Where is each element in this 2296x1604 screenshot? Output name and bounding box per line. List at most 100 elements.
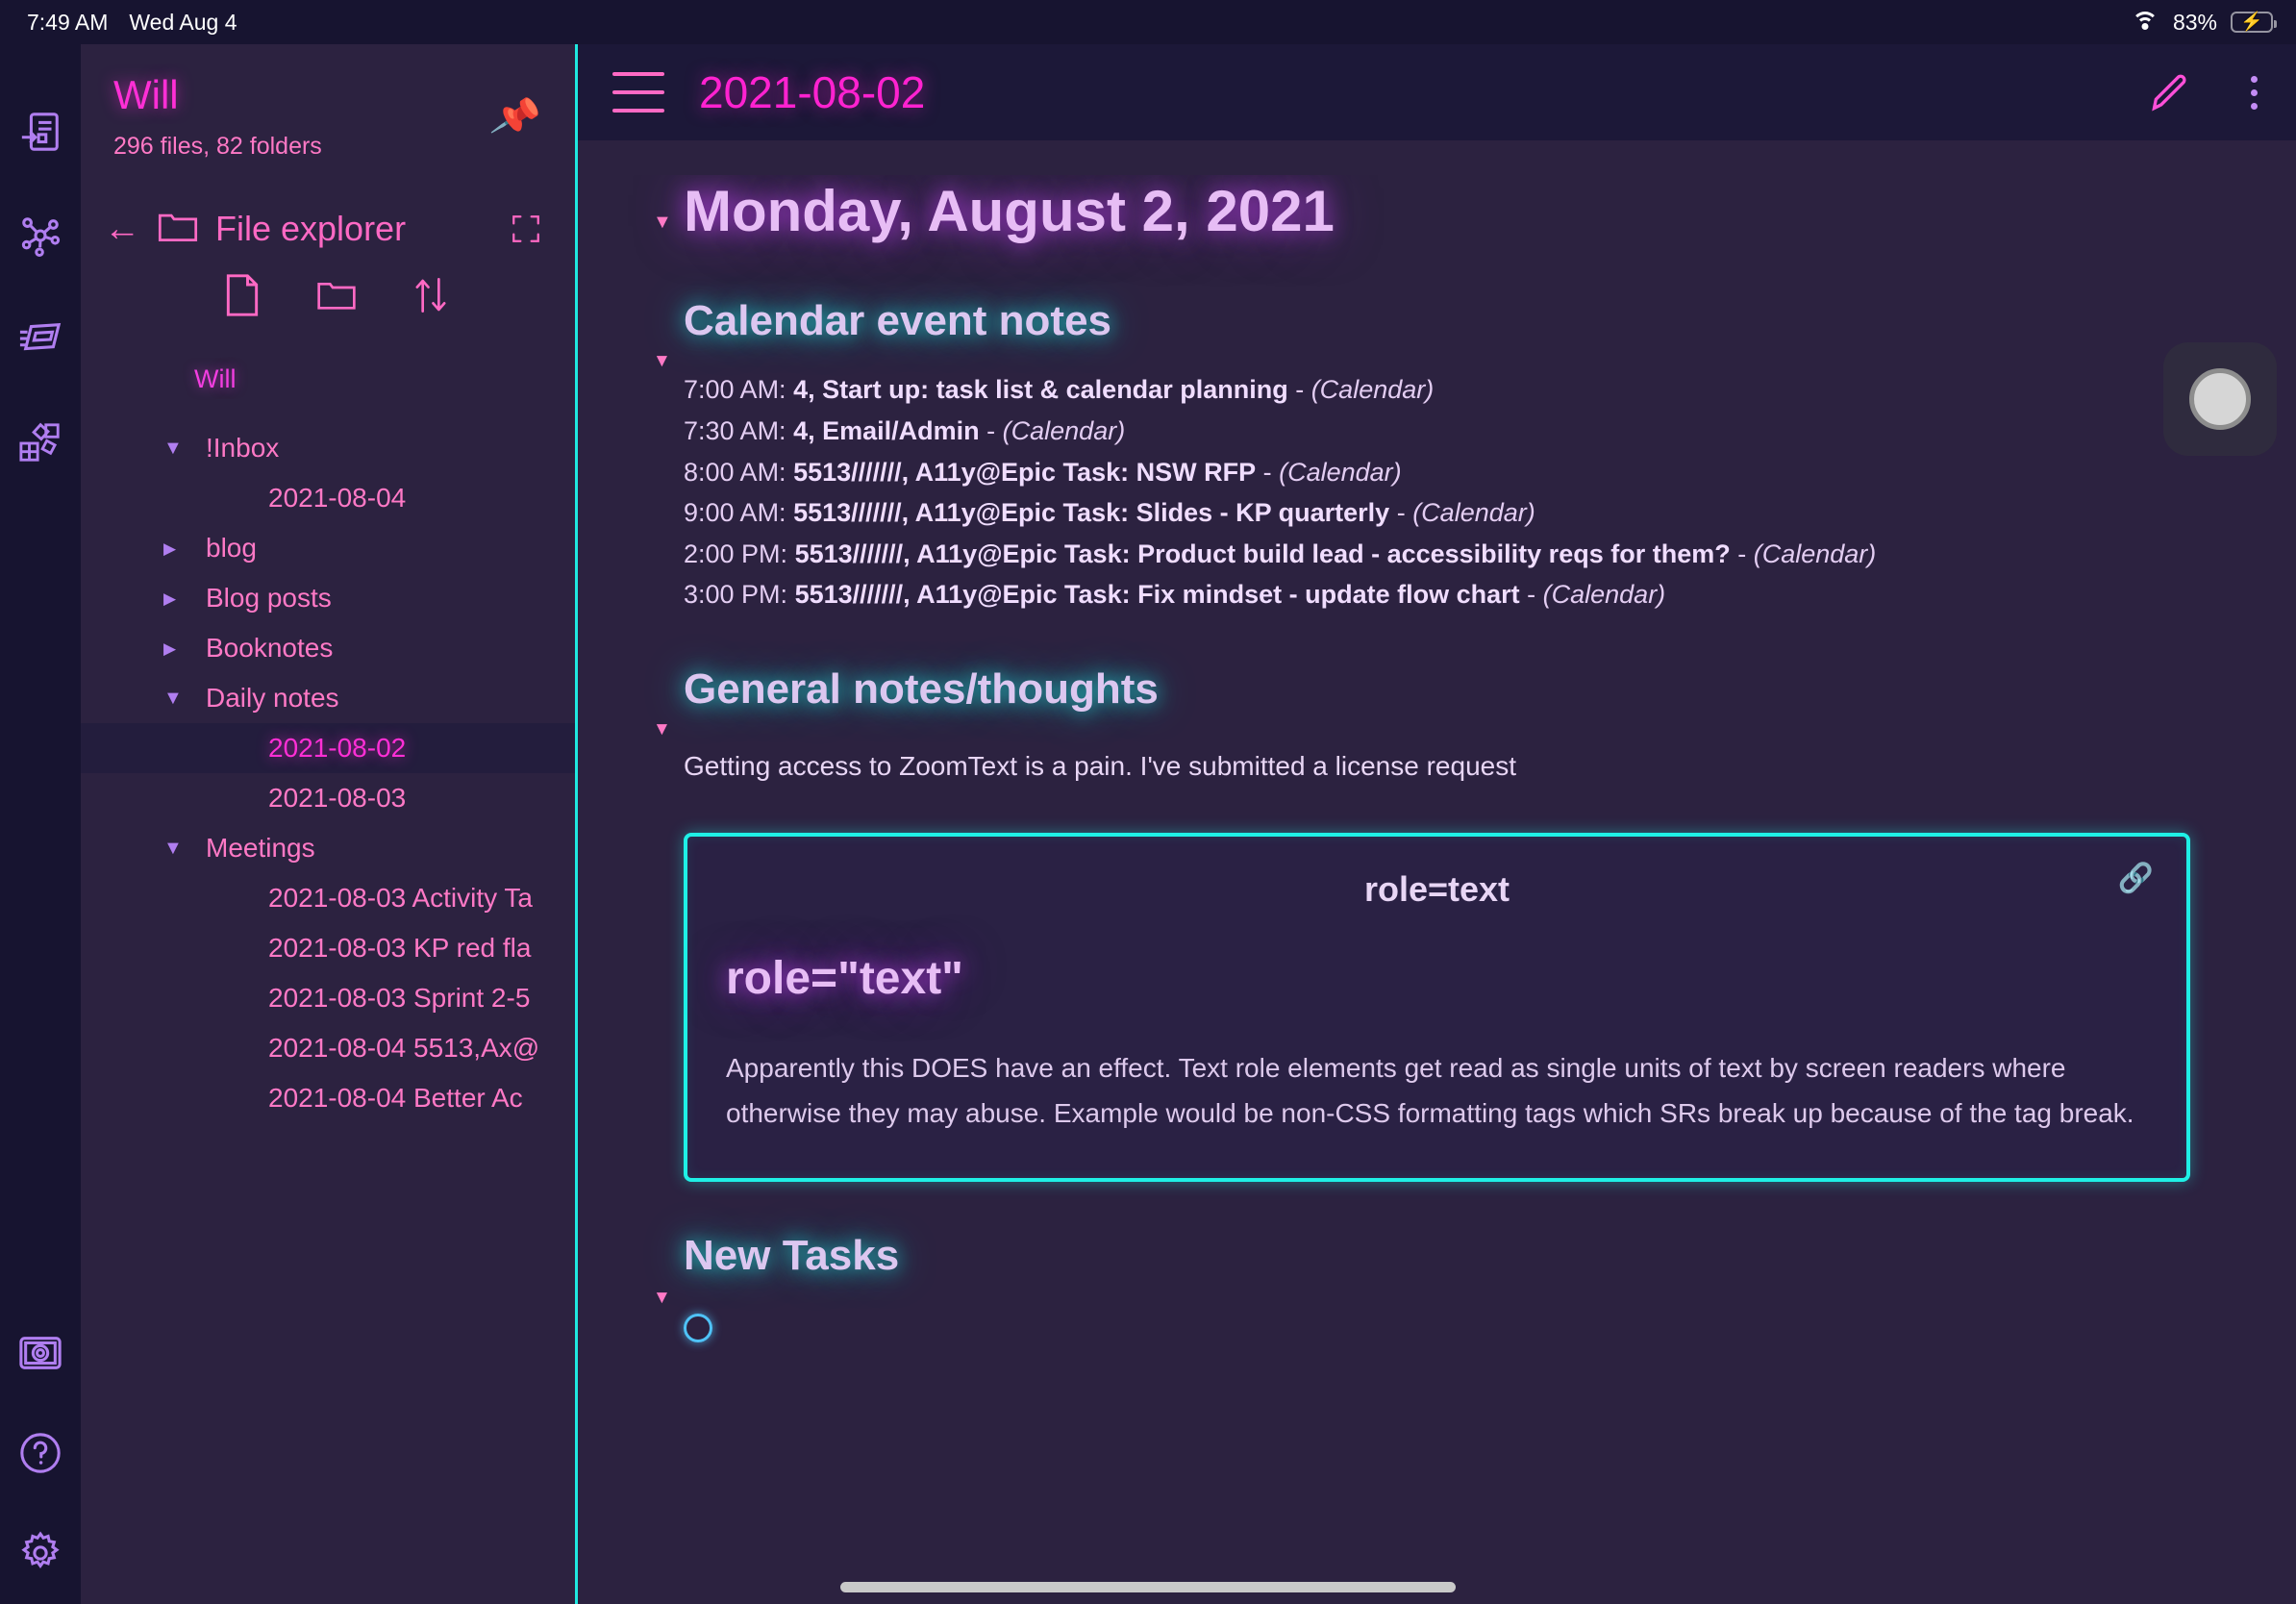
embed-body-text: Apparently this DOES have an effect. Tex…: [726, 1053, 2134, 1129]
vault-name[interactable]: Will: [113, 72, 542, 117]
folder-icon: [158, 211, 198, 248]
wifi-icon: [2131, 12, 2159, 33]
chevron-right-icon[interactable]: [163, 589, 176, 608]
chevron-right-icon[interactable]: [163, 639, 176, 658]
event-title: 5513///////, A11y@Epic Task: Slides - KP…: [793, 498, 1390, 528]
tree-root-label[interactable]: Will: [81, 359, 575, 394]
tree-item-label: 2021-08-04: [268, 483, 407, 514]
embedded-note-callout[interactable]: 🔗 role=text role="text" Apparently this …: [684, 833, 2190, 1183]
status-bar-right: 83% ⚡: [2131, 10, 2296, 36]
section-heading-calendar: Calendar event notes: [684, 297, 1112, 344]
event-title: 5513///////, A11y@Epic Task: NSW RFP: [793, 457, 1257, 487]
tree-item-label: Blog posts: [206, 583, 332, 614]
tree-folder-row[interactable]: Daily notes: [81, 673, 575, 723]
chevron-down-icon[interactable]: [163, 689, 183, 708]
chevron-down-icon[interactable]: [163, 839, 183, 858]
tree-file-row[interactable]: 2021-08-03 Activity Ta: [81, 873, 575, 923]
assistive-touch-button[interactable]: [2163, 342, 2277, 456]
new-note-icon[interactable]: [223, 274, 262, 316]
note-content[interactable]: ▼ Monday, August 2, 2021 ▼ Calendar even…: [578, 140, 2296, 1604]
tree-folder-row[interactable]: !Inbox: [81, 423, 575, 473]
expand-icon[interactable]: [510, 213, 542, 245]
event-title: 4, Email/Admin: [793, 415, 980, 445]
event-time: 2:00 PM:: [684, 539, 795, 568]
more-options-icon[interactable]: [2251, 75, 2258, 110]
plugins-icon[interactable]: [18, 421, 62, 465]
calendar-event-list: 7:00 AM: 4, Start up: task list & calend…: [684, 369, 2209, 615]
heading-block-tasks: ▼ New Tasks: [578, 1228, 2296, 1308]
event-source: (Calendar): [1002, 415, 1126, 445]
help-icon[interactable]: [18, 1431, 62, 1475]
task-list-item[interactable]: [578, 1314, 2296, 1343]
event-time: 7:00 AM:: [684, 375, 794, 405]
tree-file-row[interactable]: 2021-08-03 Sprint 2-5: [81, 973, 575, 1023]
tree-item-label: 2021-08-03 Sprint 2-5: [268, 983, 531, 1014]
vault-stats: 296 files, 82 folders: [113, 133, 322, 161]
chevron-right-icon[interactable]: [163, 539, 176, 558]
app-window: Will 296 files, 82 folders 📌 ← File expl…: [0, 44, 2296, 1604]
event-title: 5513///////, A11y@Epic Task: Product bui…: [794, 539, 1731, 568]
fold-caret-icon[interactable]: ▼: [653, 212, 672, 234]
calendar-event-item: 9:00 AM: 5513///////, A11y@Epic Task: Sl…: [684, 498, 1535, 528]
tree-item-label: 2021-08-04 5513,Ax@: [268, 1033, 540, 1064]
section-heading-tasks: New Tasks: [684, 1232, 900, 1280]
note-header: 2021-08-02: [578, 44, 2296, 140]
fold-caret-icon[interactable]: ▼: [653, 351, 671, 372]
fold-caret-icon[interactable]: ▼: [653, 719, 671, 740]
tree-folder-row[interactable]: Blog posts: [81, 573, 575, 623]
tree-item-label: 2021-08-02: [268, 733, 407, 764]
embed-heading: role="text": [726, 953, 963, 1005]
event-source: (Calendar): [1310, 375, 1435, 405]
pencil-icon[interactable]: [2149, 71, 2191, 113]
tree-item-label: 2021-08-03: [268, 783, 407, 814]
chevron-down-icon[interactable]: [163, 439, 183, 458]
tree-folder-row[interactable]: blog: [81, 523, 575, 573]
tree-folder-row[interactable]: Meetings: [81, 823, 575, 873]
rail-bottom-group: [18, 1331, 62, 1604]
tree-file-row[interactable]: 2021-08-04 Better Ac: [81, 1073, 575, 1123]
tree-file-row[interactable]: 2021-08-02: [81, 723, 575, 774]
new-folder-icon[interactable]: [317, 274, 356, 316]
note-title: 2021-08-02: [699, 67, 926, 117]
calendar-event-item: 2:00 PM: 5513///////, A11y@Epic Task: Pr…: [684, 539, 1877, 568]
tree-file-row[interactable]: 2021-08-04: [81, 473, 575, 523]
status-time: 7:49 AM: [27, 9, 109, 35]
embed-title: role=text: [1363, 869, 1510, 910]
event-time: 3:00 PM:: [684, 580, 795, 610]
tree-item-label: 2021-08-04 Better Ac: [268, 1083, 523, 1114]
fold-caret-icon[interactable]: ▼: [653, 1288, 671, 1309]
event-source: (Calendar): [1412, 498, 1535, 528]
status-date: Wed Aug 4: [129, 9, 237, 35]
graph-view-icon[interactable]: [18, 213, 62, 258]
sort-icon[interactable]: [412, 274, 450, 316]
menu-icon[interactable]: [612, 72, 664, 113]
tree-rows: !Inbox 2021-08-04 blog Blog posts Booknotes D…: [81, 423, 575, 1123]
event-title: 4, Start up: task list & calendar planni…: [793, 375, 1288, 405]
battery-charging-icon: ⚡: [2231, 12, 2277, 33]
settings-gear-icon[interactable]: [18, 1531, 62, 1575]
home-indicator: [840, 1582, 1456, 1592]
tree-item-label: 2021-08-03 KP red fla: [268, 933, 532, 964]
tree-folder-row[interactable]: Booknotes: [81, 623, 575, 673]
task-checkbox[interactable]: [684, 1314, 712, 1343]
tree-item-label: Daily notes: [206, 683, 339, 714]
back-arrow-icon[interactable]: ←: [104, 211, 140, 247]
link-icon[interactable]: 🔗: [2118, 862, 2154, 895]
tree-file-row[interactable]: 2021-08-04 5513,Ax@: [81, 1023, 575, 1073]
slides-icon[interactable]: [18, 317, 62, 362]
quick-switcher-icon[interactable]: [18, 110, 62, 154]
file-explorer-sidebar: Will 296 files, 82 folders 📌 ← File expl…: [81, 44, 578, 1604]
tree-item-label: Meetings: [206, 833, 315, 864]
pin-icon[interactable]: 📌: [488, 89, 544, 143]
event-source: (Calendar): [1279, 457, 1402, 487]
event-time: 8:00 AM:: [684, 457, 794, 487]
explorer-header: ← File explorer: [81, 161, 575, 249]
general-paragraph: Getting access to ZoomText is a pain. I'…: [684, 751, 1516, 782]
vault-icon[interactable]: [18, 1331, 62, 1375]
tree-file-row[interactable]: 2021-08-03 KP red fla: [81, 923, 575, 973]
explorer-title: File explorer: [215, 209, 407, 249]
heading-block-calendar: ▼ Calendar event notes 7:00 AM: 4, Start…: [578, 293, 2296, 615]
tree-file-row[interactable]: 2021-08-03: [81, 773, 575, 823]
ios-status-bar: 7:49 AM Wed Aug 4 83% ⚡: [0, 0, 2296, 44]
assistive-touch-dot: [2189, 368, 2251, 430]
